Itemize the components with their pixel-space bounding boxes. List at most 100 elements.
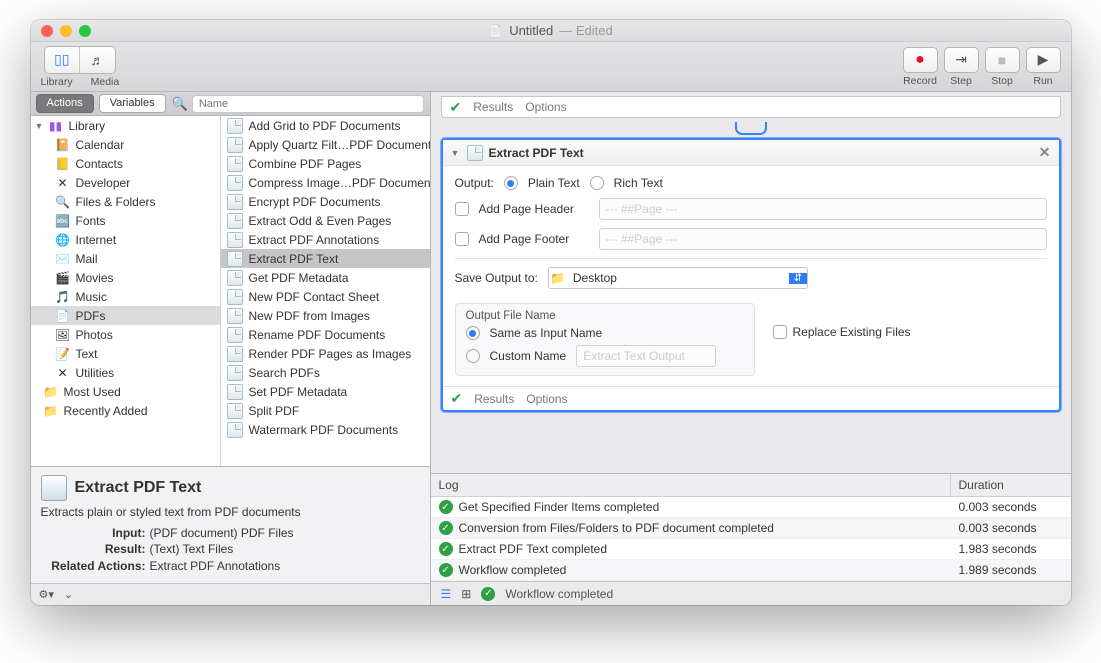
- tree-root[interactable]: Library: [69, 119, 106, 133]
- results-link[interactable]: Results: [473, 100, 513, 114]
- action-list-item[interactable]: Combine PDF Pages: [221, 154, 430, 173]
- action-list-item[interactable]: Apply Quartz Filt…PDF Documents: [221, 135, 430, 154]
- radio-same-input-name[interactable]: [466, 326, 480, 340]
- tab-variables[interactable]: Variables: [99, 94, 166, 113]
- tree-item[interactable]: 📄PDFs: [31, 306, 220, 325]
- action-list-item[interactable]: Search PDFs: [221, 363, 430, 382]
- collapse-info-button[interactable]: ⌄: [64, 588, 73, 601]
- log-header-duration[interactable]: Duration: [951, 474, 1071, 496]
- radio-plain-text[interactable]: [504, 176, 518, 190]
- radio-rich-text[interactable]: [590, 176, 604, 190]
- rich-text-label: Rich Text: [614, 176, 663, 190]
- step-icon: ⇥: [955, 51, 967, 68]
- tree-item[interactable]: 🎬Movies: [31, 268, 220, 287]
- options-link[interactable]: Options: [525, 100, 566, 114]
- workflow-pane: ✔ Results Options ▼ Extract PDF Text ✕: [431, 92, 1071, 605]
- action-list[interactable]: Add Grid to PDF DocumentsApply Quartz Fi…: [221, 116, 430, 466]
- save-output-label: Save Output to:: [455, 271, 538, 285]
- tree-item[interactable]: 🎵Music: [31, 287, 220, 306]
- tree-item[interactable]: ✕Developer: [31, 173, 220, 192]
- tree-item[interactable]: 🖼Photos: [31, 325, 220, 344]
- output-label: Output:: [455, 176, 494, 190]
- action-list-item[interactable]: Encrypt PDF Documents: [221, 192, 430, 211]
- maximize-window-button[interactable]: [79, 25, 91, 37]
- category-tree[interactable]: ▼▮▮Library📔Calendar📒Contacts✕Developer🔍F…: [31, 116, 221, 466]
- record-icon: ●: [915, 51, 925, 69]
- view-log-button[interactable]: ☰: [441, 587, 452, 601]
- tree-item[interactable]: 🔍Files & Folders: [31, 192, 220, 211]
- media-label: Media: [91, 76, 120, 88]
- action-list-item[interactable]: Get PDF Metadata: [221, 268, 430, 287]
- step-label: Step: [950, 75, 972, 87]
- add-header-label: Add Page Header: [479, 202, 589, 216]
- close-window-button[interactable]: [41, 25, 53, 37]
- custom-name-input[interactable]: Extract Text Output: [576, 345, 716, 367]
- info-result-value: (Text) Text Files: [150, 541, 234, 558]
- workflow-action-card[interactable]: ▼ Extract PDF Text ✕ Output: Plain Text …: [441, 138, 1061, 412]
- tree-item[interactable]: 📁Most Used: [31, 382, 220, 401]
- same-input-name-label: Same as Input Name: [490, 326, 603, 340]
- tree-item[interactable]: 📝Text: [31, 344, 220, 363]
- check-icon: ✓: [439, 500, 453, 514]
- tree-item[interactable]: 🌐Internet: [31, 230, 220, 249]
- page-footer-input[interactable]: --- ##Page ---: [599, 228, 1047, 250]
- disclosure-icon[interactable]: ▼: [451, 148, 461, 158]
- tree-item[interactable]: 📒Contacts: [31, 154, 220, 173]
- checkbox-add-footer[interactable]: [455, 232, 469, 246]
- action-list-item[interactable]: Extract PDF Text: [221, 249, 430, 268]
- tree-item[interactable]: 📁Recently Added: [31, 401, 220, 420]
- pdf-icon: [467, 145, 483, 161]
- check-icon: ✔: [450, 99, 462, 116]
- action-list-item[interactable]: Extract Odd & Even Pages: [221, 211, 430, 230]
- window-edited-indicator: — Edited: [559, 23, 612, 38]
- stop-button[interactable]: ■: [985, 47, 1020, 73]
- check-icon: ✔: [451, 390, 463, 407]
- run-button[interactable]: ▶: [1026, 47, 1061, 73]
- info-input-key: Input:: [41, 525, 146, 542]
- action-list-item[interactable]: Extract PDF Annotations: [221, 230, 430, 249]
- record-button[interactable]: ●: [903, 47, 938, 73]
- action-info-title: Extract PDF Text: [75, 479, 202, 497]
- radio-custom-name[interactable]: [466, 349, 480, 363]
- run-label: Run: [1033, 75, 1052, 87]
- action-list-item[interactable]: Compress Image…PDF Documents: [221, 173, 430, 192]
- view-variables-button[interactable]: ⊞: [461, 587, 471, 601]
- log-header-message[interactable]: Log: [431, 474, 951, 496]
- library-toggle-button[interactable]: ▯▯: [45, 47, 80, 73]
- gear-dropdown-button[interactable]: ⚙︎▾: [39, 588, 54, 601]
- log-panel: Log Duration ✓Get Specified Finder Items…: [431, 473, 1071, 581]
- action-search-input[interactable]: [192, 95, 424, 113]
- library-sidebar: Actions Variables 🔍 ▼▮▮Library📔Calendar📒…: [31, 92, 431, 605]
- save-output-dropdown[interactable]: 📁 Desktop ⇵: [548, 267, 808, 289]
- action-list-item[interactable]: Render PDF Pages as Images: [221, 344, 430, 363]
- tree-item[interactable]: 📔Calendar: [31, 135, 220, 154]
- action-list-item[interactable]: Rename PDF Documents: [221, 325, 430, 344]
- tree-item[interactable]: ✉️Mail: [31, 249, 220, 268]
- minimize-window-button[interactable]: [60, 25, 72, 37]
- log-row: ✓Extract PDF Text completed1.983 seconds: [431, 539, 1071, 560]
- tree-item[interactable]: 🔤Fonts: [31, 211, 220, 230]
- action-info-desc: Extracts plain or styled text from PDF d…: [41, 505, 420, 519]
- page-header-input[interactable]: --- ##Page ---: [599, 198, 1047, 220]
- action-list-item[interactable]: Set PDF Metadata: [221, 382, 430, 401]
- document-icon: 📄: [488, 24, 503, 38]
- check-icon: ✓: [439, 521, 453, 535]
- check-icon: ✓: [439, 542, 453, 556]
- action-list-item[interactable]: New PDF Contact Sheet: [221, 287, 430, 306]
- save-output-value: Desktop: [567, 271, 623, 285]
- tree-item[interactable]: ✕Utilities: [31, 363, 220, 382]
- action-list-item[interactable]: Watermark PDF Documents: [221, 420, 430, 439]
- card-results-link[interactable]: Results: [474, 392, 514, 406]
- action-list-item[interactable]: Split PDF: [221, 401, 430, 420]
- replace-existing-label: Replace Existing Files: [793, 325, 911, 339]
- tab-actions[interactable]: Actions: [36, 94, 94, 113]
- action-list-item[interactable]: New PDF from Images: [221, 306, 430, 325]
- card-options-link[interactable]: Options: [526, 392, 567, 406]
- step-button[interactable]: ⇥: [944, 47, 979, 73]
- media-toggle-button[interactable]: ♬: [80, 47, 115, 73]
- checkbox-add-header[interactable]: [455, 202, 469, 216]
- action-list-item[interactable]: Add Grid to PDF Documents: [221, 116, 430, 135]
- remove-action-button[interactable]: ✕: [1039, 144, 1051, 161]
- checkbox-replace-existing[interactable]: [773, 325, 787, 339]
- chevron-updown-icon: ⇵: [789, 273, 807, 284]
